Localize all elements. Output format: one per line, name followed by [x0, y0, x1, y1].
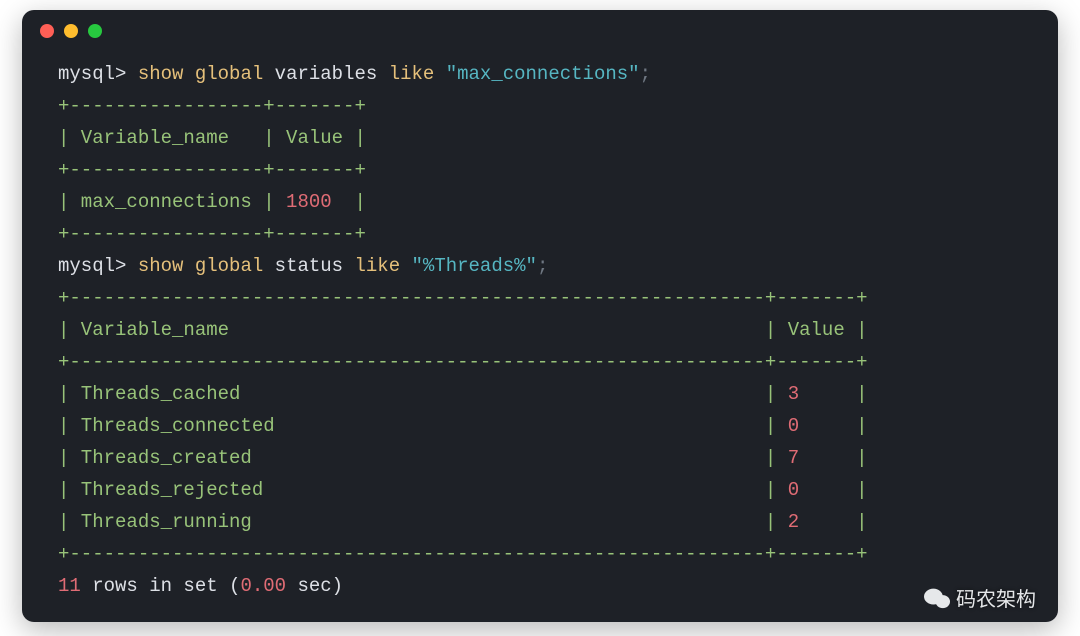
close-icon[interactable] — [40, 24, 54, 38]
table-header: | Variable_name | Value | — [58, 127, 366, 149]
wechat-icon — [924, 587, 950, 609]
table-row: | Threads_connected | 0 | — [58, 415, 868, 437]
prompt: mysql> show global variables like "max_c… — [58, 63, 651, 85]
table-border: +-----------------+-------+ — [58, 223, 366, 245]
minimize-icon[interactable] — [64, 24, 78, 38]
table-row: | Threads_rejected | 0 | — [58, 479, 868, 501]
table-border: +---------------------------------------… — [58, 351, 868, 373]
zoom-icon[interactable] — [88, 24, 102, 38]
table-row: | Threads_running | 2 | — [58, 511, 868, 533]
table-border: +---------------------------------------… — [58, 543, 868, 565]
table-border: +-----------------+-------+ — [58, 95, 366, 117]
watermark-text: 码农架构 — [956, 583, 1036, 612]
window-titlebar — [22, 10, 1058, 52]
watermark: 码农架构 — [924, 583, 1036, 612]
table-row: | max_connections | 1800 | — [58, 191, 366, 213]
prompt: mysql> show global status like "%Threads… — [58, 255, 548, 277]
terminal-body[interactable]: mysql> show global variables like "max_c… — [22, 52, 1058, 622]
result-footer: 11 rows in set (0.00 sec) — [58, 575, 343, 597]
table-border: +---------------------------------------… — [58, 287, 868, 309]
table-header: | Variable_name | Value | — [58, 319, 868, 341]
terminal-window: mysql> show global variables like "max_c… — [22, 10, 1058, 622]
table-row: | Threads_created | 7 | — [58, 447, 868, 469]
table-border: +-----------------+-------+ — [58, 159, 366, 181]
table-row: | Threads_cached | 3 | — [58, 383, 868, 405]
